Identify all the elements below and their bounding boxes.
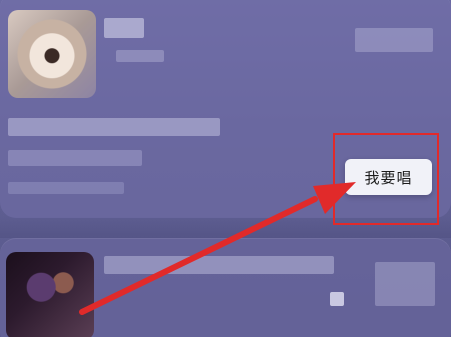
subtitle-blur (116, 50, 164, 62)
screen: 我要唱 (0, 0, 451, 337)
song-extra-blur (8, 182, 124, 194)
icon-blur (330, 292, 344, 306)
card-separator (0, 216, 451, 238)
user-avatar[interactable] (8, 10, 96, 98)
username-blur (104, 18, 144, 38)
user-avatar[interactable] (6, 252, 94, 337)
song-title-blur (8, 118, 220, 136)
meta-blur (375, 262, 435, 306)
song-detail-blur (8, 150, 142, 166)
sing-button[interactable]: 我要唱 (345, 159, 432, 195)
song-title-blur (104, 256, 334, 274)
meta-blur (355, 28, 433, 52)
